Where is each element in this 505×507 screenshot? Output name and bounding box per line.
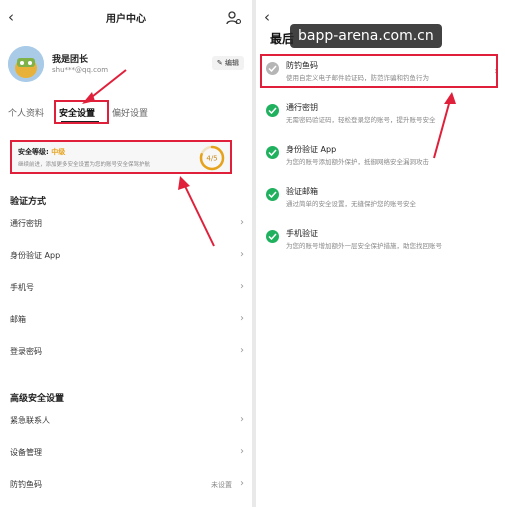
tab-profile[interactable]: 个人资料 (8, 106, 44, 119)
page-title: 用户中心 (106, 14, 146, 25)
item-title: 身份验证 App (286, 145, 337, 154)
row-label: 通行密钥 (10, 219, 42, 228)
row-anti-phishing-code[interactable]: 防钓鱼码 未设置 › (10, 476, 244, 496)
username: 我是团长 (52, 55, 89, 65)
row-emergency-contact[interactable]: 紧急联系人 › (10, 412, 244, 432)
security-level-label: 安全等级: 中级 (18, 147, 65, 157)
item-description: 无需密码验证码，轻松登录您的账号，提升账号安全 (286, 116, 436, 124)
chevron-right-icon: › (240, 478, 244, 489)
row-label: 登录密码 (10, 347, 42, 356)
chevron-right-icon: › (240, 345, 244, 356)
chevron-right-icon: › (240, 217, 244, 228)
status-check-icon (266, 146, 279, 159)
row-label: 设备管理 (10, 448, 42, 457)
row-phone[interactable]: 手机号 › (10, 279, 244, 299)
user-email: shu***@qq.com (52, 66, 109, 74)
row-authenticator-app[interactable]: 身份验证 App › (10, 247, 244, 267)
tab-preferences[interactable]: 偏好设置 (112, 106, 148, 119)
row-email[interactable]: 邮箱 › (10, 311, 244, 331)
chevron-right-icon: › (240, 313, 244, 324)
row-label: 手机号 (10, 283, 34, 292)
advanced-section-title: 高级安全设置 (10, 394, 65, 404)
item-description: 为您的账号添加额外保护，抵御网络安全漏洞攻击 (286, 158, 429, 166)
user-center-panel: ‹ 用户中心 我是团长 shu***@qq.com ✎ 编辑 个人资料 安全设置 (0, 0, 252, 507)
chevron-right-icon: › (240, 249, 244, 260)
header-bar: ‹ 用户中心 (0, 6, 252, 30)
back-icon[interactable]: ‹ (264, 8, 270, 26)
row-label: 邮箱 (10, 315, 26, 324)
row-label: 紧急联系人 (10, 416, 50, 425)
arrowhead-anti-phishing (444, 92, 456, 104)
security-score-ring: 4/5 (199, 145, 225, 171)
verification-section-title: 验证方式 (10, 197, 47, 207)
item-title: 验证邮箱 (286, 187, 318, 196)
avatar[interactable] (8, 46, 44, 82)
status-check-icon (266, 104, 279, 117)
chevron-right-icon: › (240, 414, 244, 425)
pencil-icon: ✎ (216, 59, 223, 67)
row-label: 防钓鱼码 (10, 480, 42, 489)
row-label: 身份验证 App (10, 251, 61, 260)
item-title: 手机验证 (286, 229, 318, 238)
chevron-right-icon: › (240, 446, 244, 457)
security-level-title: 安全等级: (18, 148, 49, 156)
item-highlight-box (260, 54, 498, 88)
tab-highlight-box (54, 100, 109, 124)
edit-profile-button[interactable]: ✎ 编辑 (211, 56, 244, 70)
user-gear-icon[interactable] (226, 10, 242, 26)
chevron-right-icon: › (240, 281, 244, 292)
row-passkey[interactable]: 通行密钥 › (10, 215, 244, 235)
row-device-management[interactable]: 设备管理 › (10, 444, 244, 464)
arrowhead-level (178, 176, 190, 190)
item-description: 通过简单的安全设置，无缝保护您的账号安全 (286, 200, 416, 208)
arrow-to-anti-phishing (433, 99, 451, 159)
settings-tabs: 个人资料 安全设置 偏好设置 (8, 100, 248, 124)
profile-section: 我是团长 shu***@qq.com ✎ 编辑 (8, 46, 248, 86)
edit-label: 编辑 (225, 59, 239, 67)
security-level-description: 继续前进，添加更多安全设置为您的账号安全保驾护航 (18, 162, 151, 168)
status-text: 未设置 (211, 481, 232, 489)
item-title: 通行密钥 (286, 103, 318, 112)
status-check-icon (266, 188, 279, 201)
status-check-icon (266, 230, 279, 243)
security-score-text: 4/5 (206, 155, 217, 163)
watermark: bapp-arena.com.cn (290, 24, 442, 48)
row-login-password[interactable]: 登录密码 › (10, 343, 244, 363)
security-level-card[interactable]: 安全等级: 中级 继续前进，添加更多安全设置为您的账号安全保驾护航 4/5 (10, 140, 232, 174)
item-description: 为您的账号增加额外一层安全保护措施，助您找回账号 (286, 242, 442, 250)
security-level-value: 中级 (51, 148, 66, 156)
security-items-panel: ‹ 最后 bapp-arena.com.cn 防钓鱼码 使用自定义电子邮件验证码… (256, 0, 505, 507)
